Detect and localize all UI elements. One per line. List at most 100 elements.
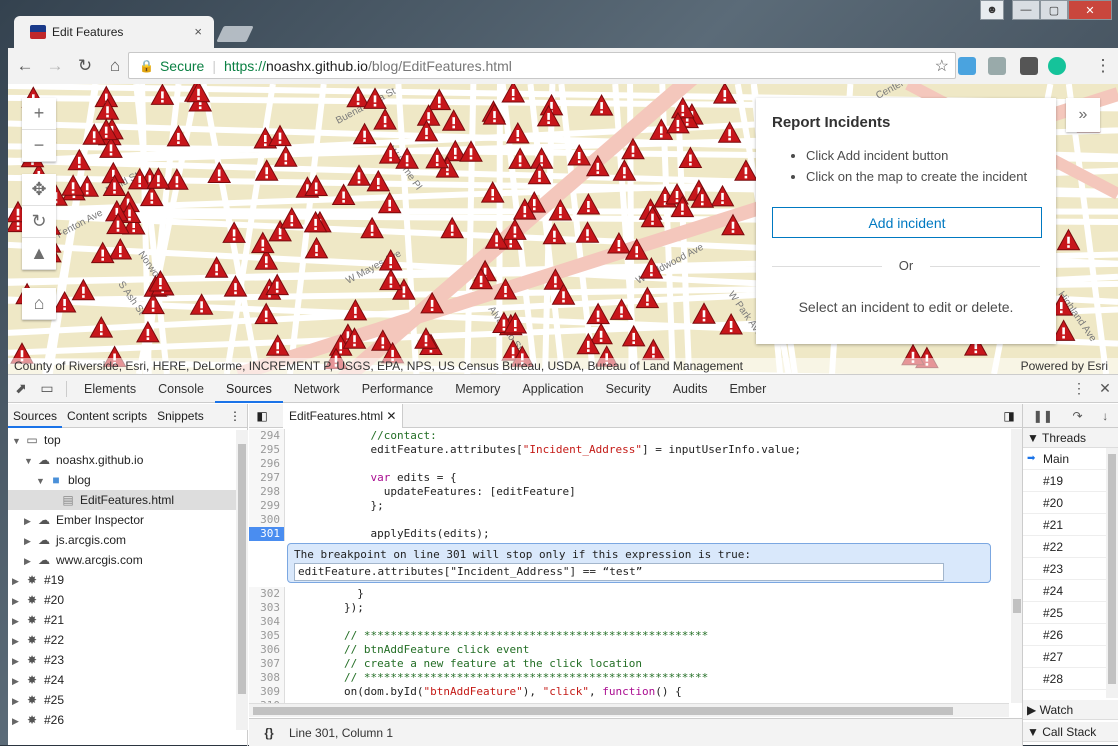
thread-item[interactable]: #24	[1023, 580, 1118, 602]
cloud-extension-icon[interactable]	[958, 57, 976, 75]
tree-item[interactable]: ▶ ✸ #26	[8, 710, 236, 730]
breakpoint-code-line[interactable]: 301 applyEdits(edits);	[249, 527, 1009, 541]
menu-icon[interactable]: ⋮	[1090, 56, 1116, 76]
code-horizontal-scrollbar[interactable]	[249, 703, 1009, 717]
code-line[interactable]: 303 });	[249, 601, 1009, 615]
tab-console[interactable]: Console	[147, 375, 215, 403]
tab-memory[interactable]: Memory	[444, 375, 511, 403]
devtools-close-icon[interactable]: ✕	[1092, 380, 1118, 397]
tree-item[interactable]: ▶ ✸ #24	[8, 670, 236, 690]
line-number[interactable]: 309	[249, 685, 285, 699]
zoom-in-button[interactable]: +	[22, 98, 56, 130]
expand-down-icon[interactable]: ▼	[36, 471, 48, 491]
incident-marker-icon[interactable]	[1056, 228, 1081, 251]
expand-right-icon[interactable]: ▶	[12, 611, 24, 631]
incident-marker-icon[interactable]	[250, 231, 275, 254]
forward-icon[interactable]: →	[42, 56, 68, 76]
line-number[interactable]: 302	[249, 587, 285, 601]
expand-right-icon[interactable]: ▶	[12, 651, 24, 671]
incident-marker-icon[interactable]	[304, 236, 329, 259]
incident-marker-icon[interactable]	[204, 256, 229, 278]
code-area[interactable]: 294 //contact: 295 editFeature.attributes…	[249, 429, 1009, 703]
thread-item[interactable]: #26	[1023, 624, 1118, 646]
tab-security[interactable]: Security	[595, 375, 662, 403]
pause-icon[interactable]: ❚❚	[1033, 409, 1053, 423]
incident-marker-icon[interactable]	[641, 338, 666, 361]
tab-navigator-sources[interactable]: Sources	[8, 404, 63, 428]
thread-item[interactable]: #25	[1023, 602, 1118, 624]
incident-marker-icon[interactable]	[692, 302, 716, 324]
watch-section-header[interactable]: ▶ Watch	[1023, 700, 1118, 720]
tab-network[interactable]: Network	[283, 375, 351, 403]
home-icon[interactable]: ⌂	[102, 56, 128, 76]
add-incident-button[interactable]: Add incident	[772, 207, 1042, 238]
debugger-scrollbar[interactable]	[1106, 448, 1118, 698]
inspect-element-icon[interactable]: ⬈	[8, 380, 34, 397]
reload-icon[interactable]: ↻	[72, 56, 98, 76]
incident-marker-icon[interactable]	[586, 302, 610, 325]
navigator-menu-icon[interactable]: ⋮	[224, 404, 247, 428]
tree-item[interactable]: ▶ ✸ #25	[8, 690, 236, 710]
line-number[interactable]: 299	[249, 499, 285, 513]
line-number[interactable]: 307	[249, 657, 285, 671]
devtools-menu-icon[interactable]: ⋮	[1066, 380, 1092, 397]
new-tab-button[interactable]	[216, 26, 254, 42]
expand-right-icon[interactable]: ▶	[12, 691, 24, 711]
breakpoint-condition-input[interactable]: editFeature.attributes["Incident_Address…	[294, 563, 944, 581]
code-line[interactable]: 299 };	[249, 499, 1009, 513]
threads-section-header[interactable]: ▼ Threads	[1023, 428, 1118, 448]
pretty-print-icon[interactable]: {}	[249, 726, 289, 740]
code-line[interactable]: 308 // *********************************…	[249, 671, 1009, 685]
editor-file-tab[interactable]: EditFeatures.html ✕	[283, 403, 404, 428]
tree-item[interactable]: ▶ ✸ #23	[8, 650, 236, 670]
code-line[interactable]: 307 // create a new feature at the click…	[249, 657, 1009, 671]
line-number[interactable]: 298	[249, 485, 285, 499]
tree-item[interactable]: ▤ EditFeatures.html	[8, 490, 236, 510]
code-line[interactable]: 296	[249, 457, 1009, 471]
back-icon[interactable]: ←	[12, 56, 38, 76]
tree-item[interactable]: ▼ ▭ top	[8, 430, 236, 450]
tree-scrollbar[interactable]	[236, 430, 248, 730]
line-number[interactable]: 296	[249, 457, 285, 471]
incident-marker-icon[interactable]	[331, 183, 356, 205]
tab-close-icon[interactable]: ×	[194, 24, 202, 39]
code-line[interactable]: 294 //contact:	[249, 429, 1009, 443]
rotate-icon[interactable]: ↻	[22, 206, 56, 238]
line-number[interactable]: 295	[249, 443, 285, 457]
incident-marker-icon[interactable]	[343, 298, 368, 321]
incident-marker-icon[interactable]	[440, 216, 465, 239]
incident-marker-icon[interactable]	[712, 84, 737, 104]
tree-item[interactable]: ▶ ✸ #22	[8, 630, 236, 650]
tab-snippets[interactable]: Snippets	[152, 404, 209, 428]
line-number[interactable]: 301	[249, 527, 285, 541]
line-number[interactable]: 300	[249, 513, 285, 527]
expand-right-icon[interactable]: ▶	[12, 591, 24, 611]
tab-content-scripts[interactable]: Content scripts	[62, 404, 152, 428]
code-line[interactable]: 305 // *********************************…	[249, 629, 1009, 643]
tree-item[interactable]: ▶ ✸ #21	[8, 610, 236, 630]
line-number[interactable]: 304	[249, 615, 285, 629]
line-number[interactable]: 306	[249, 643, 285, 657]
line-number[interactable]: 308	[249, 671, 285, 685]
expand-down-icon[interactable]: ▼	[12, 431, 24, 451]
thread-item[interactable]: #21	[1023, 514, 1118, 536]
thread-item[interactable]: #27	[1023, 646, 1118, 668]
maximize-button[interactable]: ▢	[1040, 0, 1068, 20]
toggle-navigator-icon[interactable]: ◧	[249, 409, 275, 423]
expand-right-icon[interactable]: ▶	[24, 531, 36, 551]
code-line[interactable]: 295 editFeature.attributes["Incident_Add…	[249, 443, 1009, 457]
profile-icon[interactable]: ☻	[980, 0, 1004, 20]
expand-right-icon[interactable]: ▶	[12, 631, 24, 651]
tree-item[interactable]: ▶ ☁ Ember Inspector	[8, 510, 236, 530]
code-line[interactable]: 300	[249, 513, 1009, 527]
minimize-button[interactable]: —	[1012, 0, 1040, 20]
code-line[interactable]: 297 var edits = {	[249, 471, 1009, 485]
incident-marker-icon[interactable]	[373, 108, 397, 130]
line-number[interactable]: 305	[249, 629, 285, 643]
line-number[interactable]: 297	[249, 471, 285, 485]
thread-item[interactable]: #19	[1023, 470, 1118, 492]
expand-right-icon[interactable]: ▶	[12, 571, 24, 591]
bookmark-star-icon[interactable]: ☆	[935, 56, 949, 76]
expand-right-icon[interactable]: ▶	[24, 551, 36, 571]
editor-file-close-icon[interactable]: ✕	[386, 409, 396, 423]
